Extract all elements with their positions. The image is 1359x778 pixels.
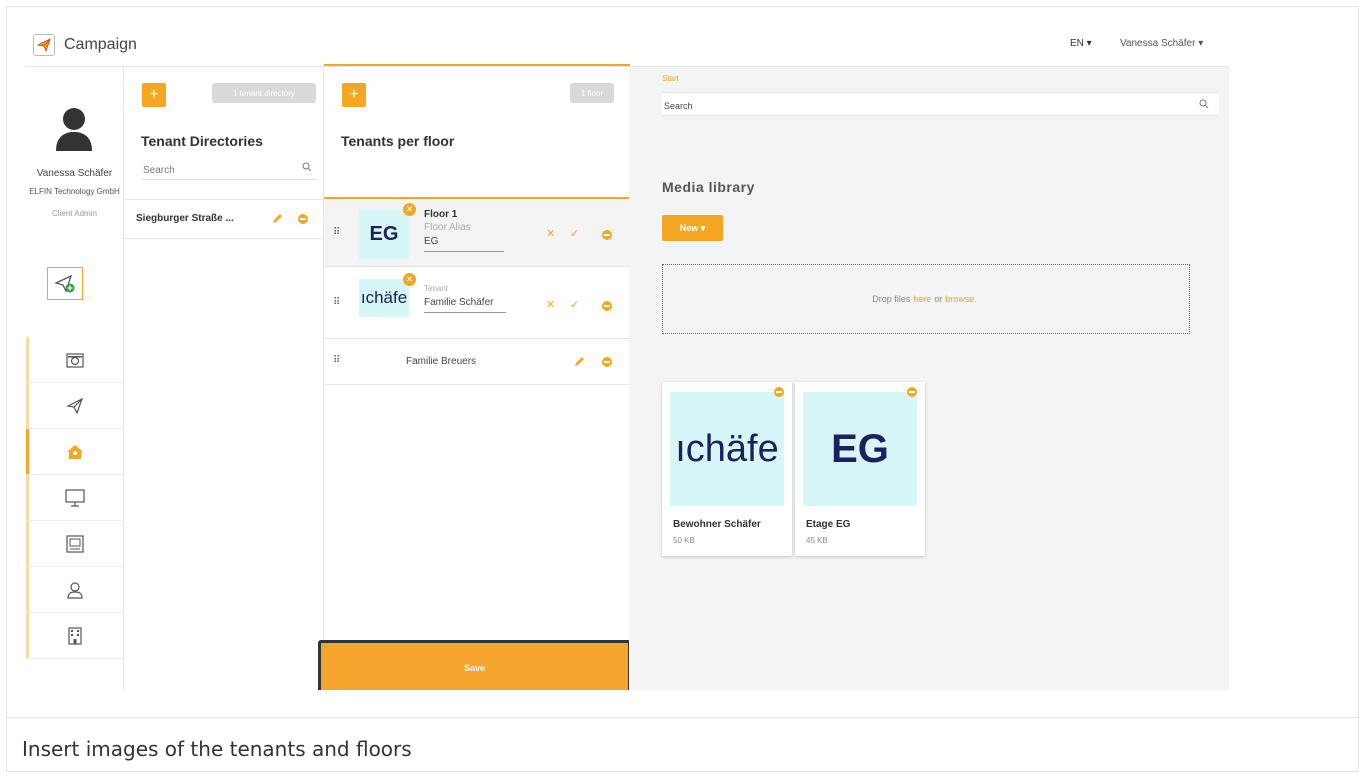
cancel-icon[interactable]: ✕ [546,227,555,240]
nav-item-buildings[interactable] [26,613,123,659]
caption-text: Insert images of the tenants and floors [22,737,412,761]
floor-alias-input[interactable]: EG [424,236,504,252]
floor-title: Floor 1 [424,209,458,220]
language-select[interactable]: EN ▾ [1070,38,1092,49]
remove-image-icon[interactable]: ✕ [403,273,416,286]
tenant-row[interactable]: ⠿ Familie Breuers [324,339,629,385]
media-card-name: Etage EG [806,519,851,530]
delete-tenant-icon[interactable] [602,357,612,367]
directory-row[interactable]: Siegburger Straße ... [124,199,323,239]
nav-item-screens[interactable] [26,475,123,521]
top-bar: Campaign EN ▾ Vanessa Schäfer ▾ [26,22,1229,67]
file-dropzone[interactable]: Drop files here or browse. [662,264,1190,334]
user-menu[interactable]: Vanessa Schäfer ▾ [1120,38,1203,49]
edit-pencil-icon[interactable] [271,212,283,230]
tenants-per-floor-panel: + 1 floor Tenants per floor ⠿ EG ✕ Floor… [318,64,631,690]
directory-count-badge: 1 tenant directory [212,83,316,103]
layout-icon [65,534,84,553]
main-nav [26,337,123,659]
drag-handle-icon[interactable]: ⠿ [333,355,340,366]
media-card-size: 45 KB [806,536,828,545]
media-card-image-text: ıchäfe [675,427,779,470]
caption-row: Insert images of the tenants and floors [6,717,1359,772]
nav-item-layouts[interactable] [26,521,123,567]
profile-sidebar: Vanessa Schäfer ELFIN Technology GmbH Cl… [26,67,123,690]
delete-tenant-icon[interactable] [602,301,612,311]
breadcrumb-start[interactable]: Start [662,74,679,83]
tenant-name: Familie Breuers [406,356,477,367]
confirm-check-icon[interactable]: ✓ [570,298,579,311]
tenants-per-floor-heading: Tenants per floor [341,133,455,149]
app-title: Campaign [64,36,137,53]
paper-plane-add-icon [54,274,75,293]
nav-item-users[interactable] [26,567,123,613]
tenant-thumbnail[interactable]: ıchäfe [359,279,409,317]
building-icon [67,626,82,645]
drop-here-link[interactable]: here [913,294,931,304]
app-window: Campaign EN ▾ Vanessa Schäfer ▾ Vanessa … [26,22,1229,690]
browse-link[interactable]: browse. [945,294,977,304]
monitor-icon [64,488,85,507]
remove-image-icon[interactable]: ✕ [403,203,416,216]
profile-name: Vanessa Schäfer [36,168,113,179]
profile-company: ELFIN Technology GmbH [29,187,120,196]
drag-handle-icon[interactable]: ⠿ [333,227,340,238]
search-icon[interactable] [1199,99,1209,111]
tenant-directories-panel: + 1 tenant directory Tenant Directories … [123,67,323,690]
media-search-input[interactable]: Search [662,92,1219,116]
media-card[interactable]: ıchäfe Bewohner Schäfer 50 KB [662,382,792,556]
camera-icon [65,352,84,368]
tenant-directories-heading: Tenant Directories [141,133,263,149]
new-media-button[interactable]: New ▾ [662,215,723,241]
edit-pencil-icon[interactable] [573,355,585,373]
media-card-name: Bewohner Schäfer [673,519,761,530]
panel-accent-line [324,64,630,66]
media-search-placeholder: Search [664,101,693,111]
add-directory-button[interactable]: + [142,83,166,107]
directory-search-placeholder: Search [143,165,175,176]
directory-search-input[interactable]: Search [141,160,316,180]
nav-item-campaigns[interactable] [26,383,123,429]
floor-row[interactable]: ⠿ EG ✕ Floor 1 Floor Alias EG ✕ ✓ [324,197,629,267]
tenant-name-input[interactable]: Familie Schäfer [424,297,506,313]
media-card-image-text: EG [831,426,889,471]
confirm-check-icon[interactable]: ✓ [570,227,579,240]
new-campaign-button[interactable] [47,267,83,300]
nav-item-tenants[interactable] [26,429,123,475]
user-icon [66,581,83,599]
campaign-logo-icon[interactable] [33,34,55,56]
directory-name: Siegburger Straße ... [136,213,234,224]
nav-item-media[interactable] [26,337,123,383]
drop-text: Drop files [872,294,911,304]
floor-count-badge: 1 floor [570,83,614,103]
floor-thumbnail-text: EG [369,222,399,245]
drop-or-text: or [934,294,943,304]
tenant-row[interactable]: ⠿ ıchäfe ✕ Tenant Familie Schäfer ✕ ✓ [324,267,629,339]
avatar-icon [55,107,93,156]
media-card-image[interactable]: ıchäfe [670,392,784,506]
profile-role: Client Admin [52,209,97,218]
add-floor-button[interactable]: + [342,83,366,107]
delete-directory-icon[interactable] [298,214,308,224]
media-card-size: 50 KB [673,536,695,545]
drag-handle-icon[interactable]: ⠿ [333,297,340,308]
delete-media-icon[interactable] [907,387,917,397]
media-library-title: Media library [662,179,755,195]
tenant-label: Tenant [424,284,449,293]
floor-alias-label: Floor Alias [424,222,471,233]
tenant-thumbnail-text: ıchäfe [360,288,408,307]
media-library-panel: Start Search Media library New ▾ Drop fi… [629,67,1229,690]
media-card[interactable]: EG Etage EG 45 KB [795,382,925,556]
delete-media-icon[interactable] [774,387,784,397]
save-button[interactable]: Save [318,640,631,690]
floor-thumbnail[interactable]: EG [359,209,409,259]
media-card-image[interactable]: EG [803,392,917,506]
search-icon [302,162,312,175]
cancel-icon[interactable]: ✕ [546,298,555,311]
delete-floor-icon[interactable] [602,230,612,240]
paper-plane-icon [65,397,83,415]
house-icon [66,444,83,459]
